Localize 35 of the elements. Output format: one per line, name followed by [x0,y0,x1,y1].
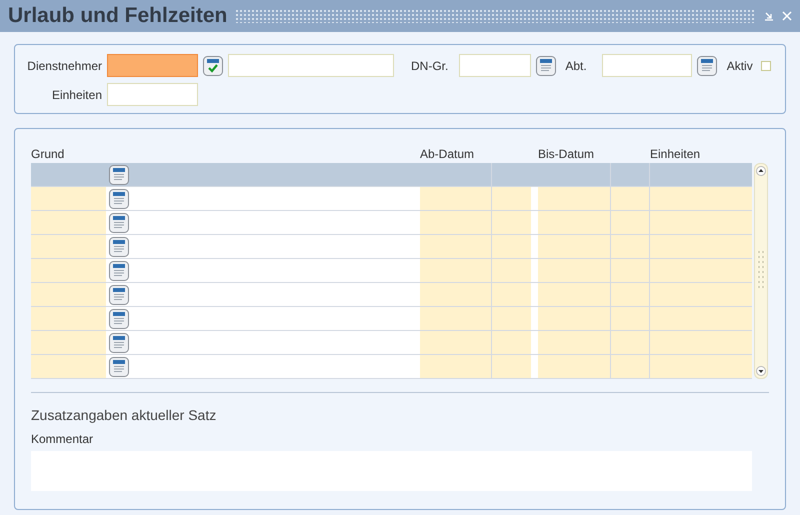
list-icon[interactable] [696,56,717,76]
scroll-up-icon[interactable] [756,166,766,176]
scroll-down-icon[interactable] [756,366,766,376]
list-icon[interactable] [108,308,128,328]
group-field[interactable] [459,54,532,77]
active-label: Aktiv [726,58,753,74]
employee-field[interactable] [107,54,198,77]
list-icon[interactable] [108,236,128,256]
list-icon[interactable] [108,332,128,352]
scrollbar[interactable] [754,163,768,379]
employee-label: Dienstnehmer [26,58,102,74]
units-label: Einheiten [50,86,102,104]
employee-name-field[interactable] [228,54,394,77]
calendar-check-icon[interactable] [203,56,223,76]
list-icon[interactable] [536,56,556,76]
list-icon[interactable] [108,356,128,376]
window-title: Urlaub und Fehlzeiten [8,3,228,30]
column-header: Ab-Datum [420,146,476,163]
list-icon[interactable] [108,164,128,184]
list-icon[interactable] [108,188,128,208]
active-checkbox[interactable] [760,60,771,70]
group-label: DN-Gr. [411,58,448,74]
list-icon[interactable] [108,260,128,280]
list-icon[interactable] [108,212,128,232]
column-header: Einheiten [650,146,700,163]
close-icon[interactable] [782,11,792,21]
list-icon[interactable] [108,284,128,304]
comment-label: Kommentar [31,431,94,448]
department-field[interactable] [602,54,692,77]
units-field[interactable] [107,83,198,106]
minimize-icon[interactable] [764,11,774,21]
department-label: Abt. [565,58,587,74]
column-header: Bis-Datum [538,146,596,163]
section-heading: Zusatzangaben aktueller Satz [31,406,218,425]
column-header: Grund [31,146,66,163]
